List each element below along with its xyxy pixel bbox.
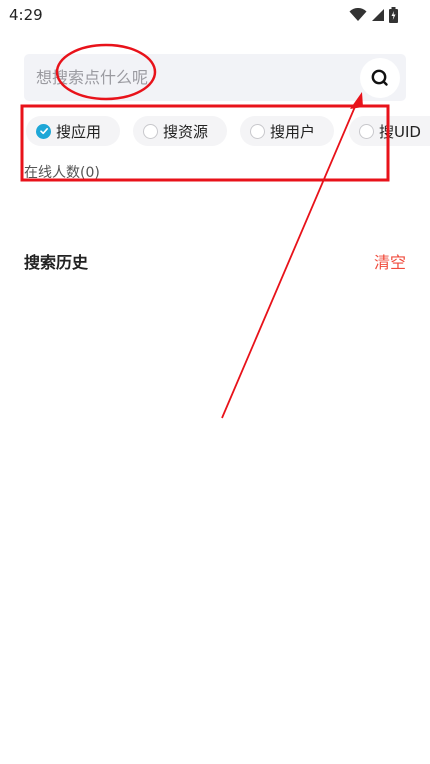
radio-unchecked-icon bbox=[359, 123, 374, 139]
status-icons bbox=[349, 7, 398, 23]
radio-unchecked-icon bbox=[143, 123, 158, 139]
chip-label: 搜UID bbox=[379, 122, 421, 141]
wifi-icon bbox=[349, 8, 367, 21]
search-history-title: 搜索历史 bbox=[24, 253, 89, 272]
chip-search-uid[interactable]: 搜UID bbox=[349, 116, 430, 146]
annotation-arrow bbox=[221, 101, 358, 419]
online-count: 在线人数(0) bbox=[24, 165, 100, 181]
search-icon bbox=[371, 69, 388, 86]
annotation-overlay bbox=[20, 43, 390, 419]
status-bar: 4:29 bbox=[0, 0, 430, 32]
battery-icon bbox=[389, 7, 398, 23]
chip-label: 搜用户 bbox=[270, 122, 316, 141]
chip-label: 搜应用 bbox=[56, 122, 102, 141]
status-time: 4:29 bbox=[9, 6, 43, 24]
signal-icon bbox=[372, 9, 384, 21]
search-button[interactable] bbox=[360, 58, 400, 98]
search-type-options: 搜应用 搜资源 搜用户 搜UID bbox=[26, 116, 430, 146]
search-box bbox=[24, 54, 406, 101]
search-input[interactable] bbox=[36, 54, 356, 101]
chip-search-apps[interactable]: 搜应用 bbox=[26, 116, 120, 146]
chip-search-resources[interactable]: 搜资源 bbox=[133, 116, 227, 146]
radio-unchecked-icon bbox=[250, 123, 265, 139]
chip-search-users[interactable]: 搜用户 bbox=[240, 116, 334, 146]
clear-history-button[interactable]: 清空 bbox=[374, 249, 406, 273]
chip-label: 搜资源 bbox=[163, 122, 209, 141]
radio-checked-icon bbox=[36, 123, 51, 139]
